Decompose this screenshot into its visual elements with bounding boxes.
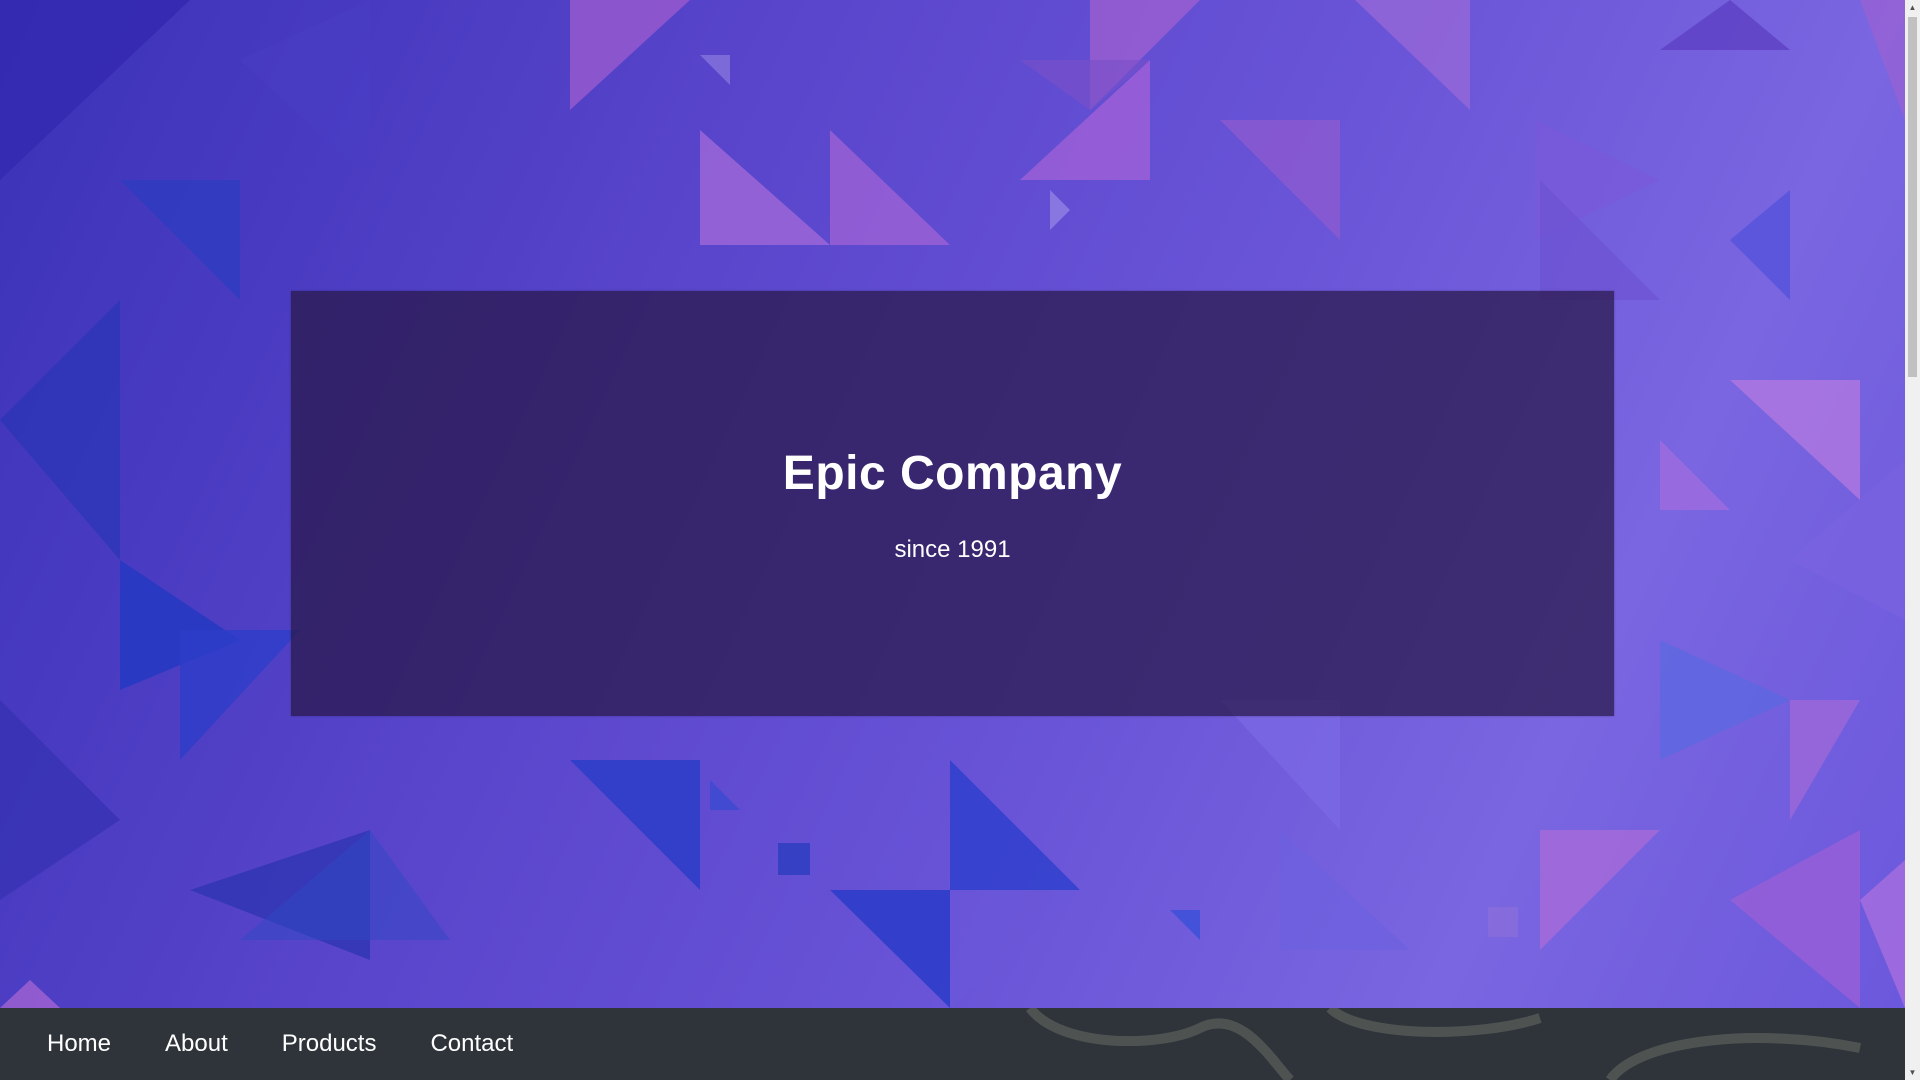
nav-about-link[interactable]: About [138,1008,255,1080]
hero-section: Epic Company since 1991 [0,0,1905,1008]
nav-contact-link[interactable]: Contact [403,1008,540,1080]
nav-menu: Home About Products Contact [20,1008,540,1080]
hero-banner: Epic Company since 1991 [291,291,1614,716]
bottom-navbar: Home About Products Contact [0,1008,1905,1080]
company-subtitle: since 1991 [894,536,1011,563]
vertical-scrollbar[interactable]: ▲ ▼ [1905,0,1920,1080]
nav-home-link[interactable]: Home [20,1008,138,1080]
scrollbar-thumb[interactable] [1908,17,1917,377]
chevron-up-icon[interactable]: ▲ [1905,0,1920,15]
page-viewport: Epic Company since 1991 Home About Produ… [0,0,1905,1080]
chevron-down-icon[interactable]: ▼ [1905,1065,1920,1080]
company-title: Epic Company [782,447,1123,500]
nav-products-link[interactable]: Products [255,1008,404,1080]
